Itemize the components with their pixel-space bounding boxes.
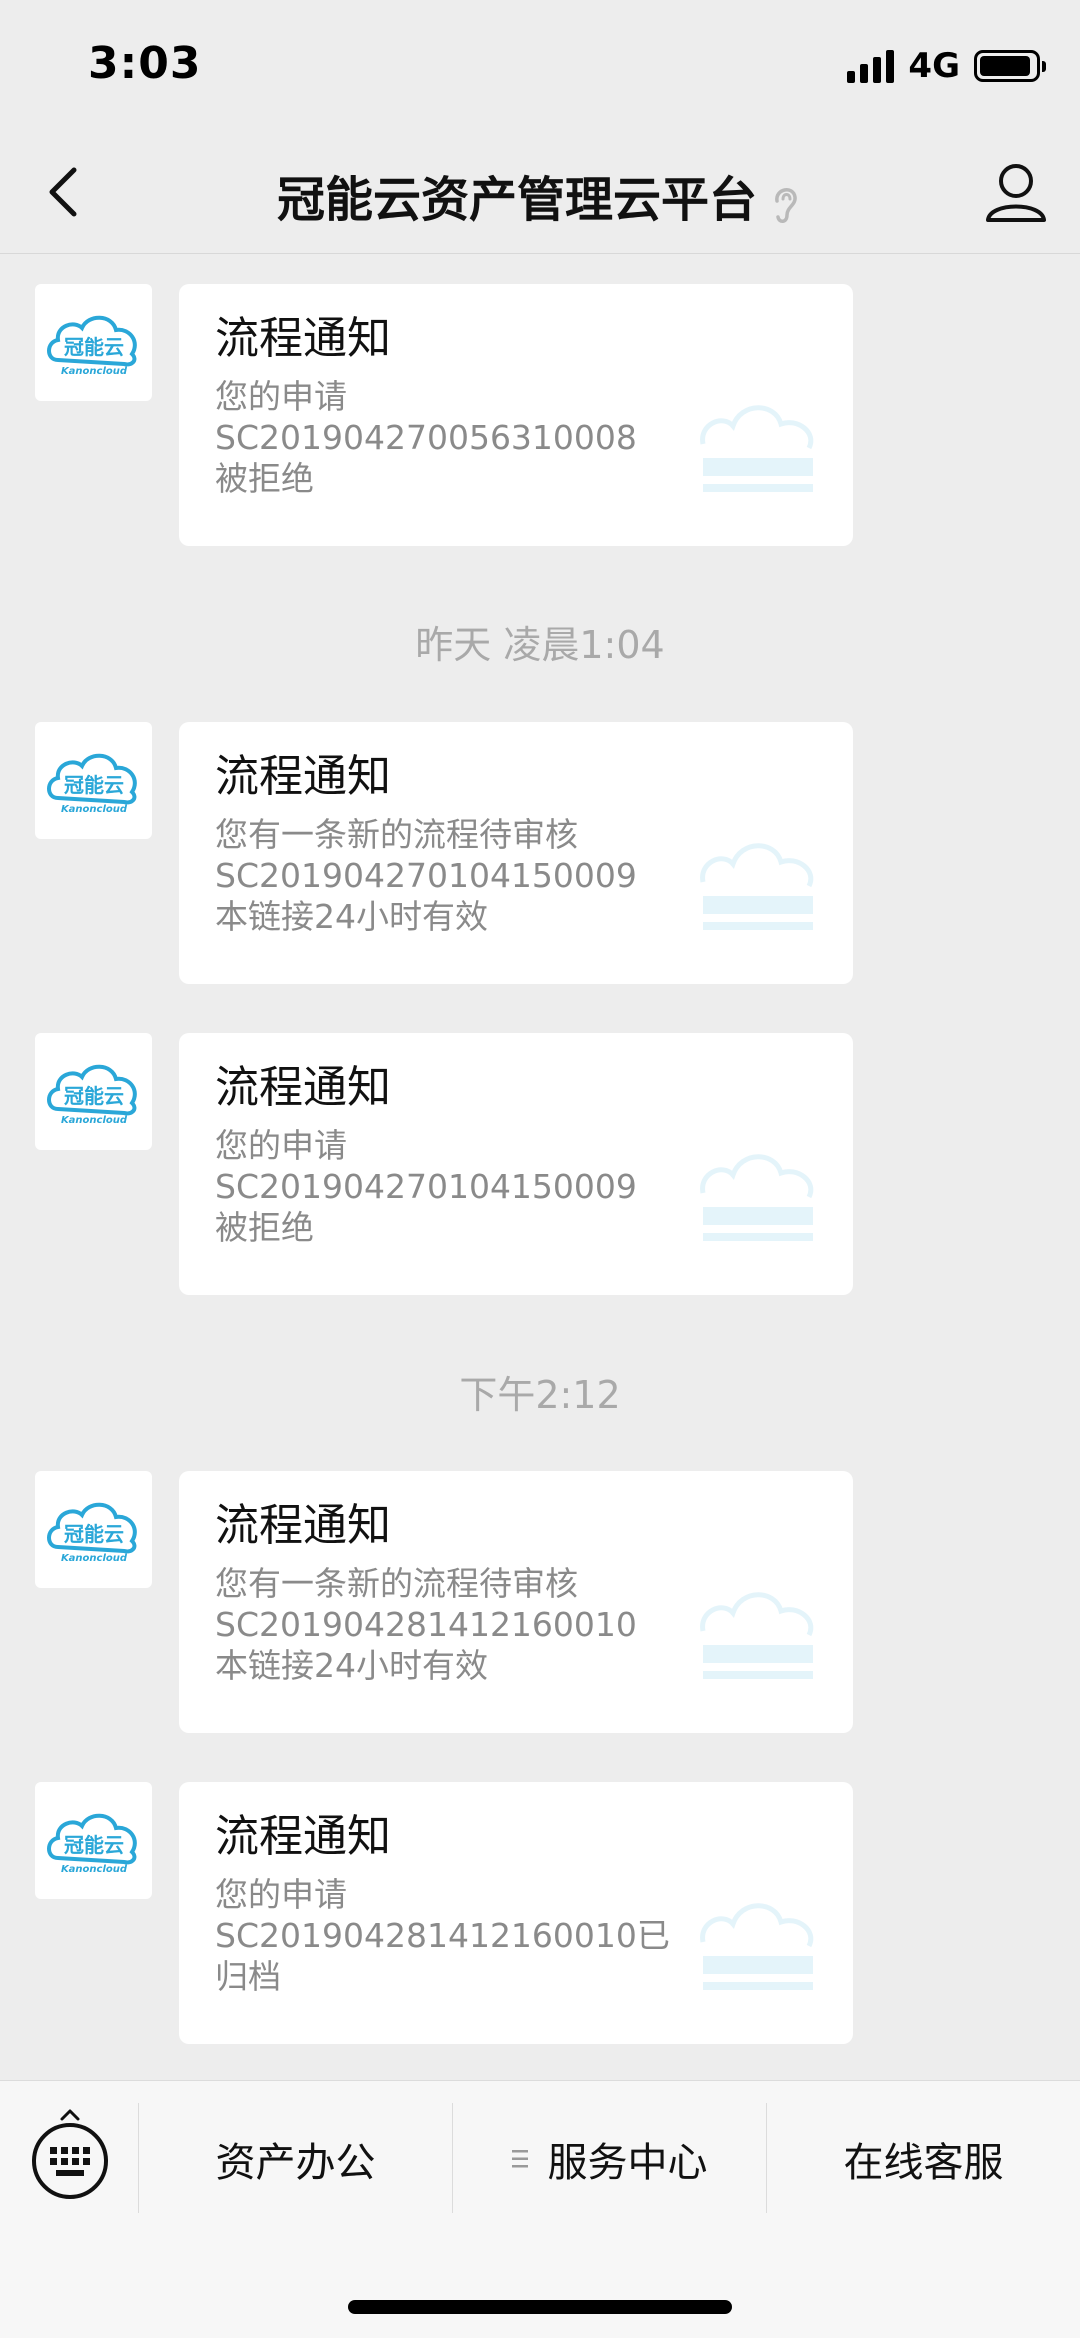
keyboard-icon [32,2109,108,2199]
cloud-logo-icon: 冠能云 Kanoncloud [46,1813,137,1875]
message-item: 冠能云 Kanoncloud 流程通知 您的申请 SC2019042700563… [0,254,1080,546]
battery-level [980,56,1030,76]
timestamp: 下午2:12 [459,1373,621,1417]
message-line: 您的申请 [215,377,347,416]
status-bar: 3:03 4G [0,0,1080,130]
watermark-logo-icon [700,843,814,930]
cloud-logo-icon: 冠能云 Kanoncloud [46,1064,137,1126]
keyboard-toggle-button[interactable] [28,2105,112,2205]
message-line: SC201904281412160010已 [215,1916,670,1955]
message-item: 冠能云 Kanoncloud 流程通知 您的申请 SC2019042814121… [0,1752,1080,2044]
status-time: 3:03 [88,38,202,89]
menu-item-label: 在线客服 [843,2140,1004,2186]
message-line: 本链接24小时有效 [215,1646,488,1685]
nav-bar: 冠能云资产管理云平台 [0,130,1080,254]
avatar[interactable]: 冠能云 Kanoncloud [35,1471,152,1588]
message-line: 本链接24小时有效 [215,897,488,936]
logo-subtext: Kanoncloud [60,1864,127,1875]
logo-subtext: Kanoncloud [60,1115,127,1126]
chat-screen: 3:03 4G 冠能云资产管理云平台 冠能云 Kanoncloud 流程通知 您… [0,0,1080,2338]
page-title: 冠能云资产管理云平台 [276,172,757,228]
message-title: 流程通知 [215,313,391,364]
message-line: 归档 [215,1957,281,1996]
cloud-logo-icon: 冠能云 Kanoncloud [46,1502,137,1564]
message-card[interactable]: 流程通知 您的申请 SC201904270056310008 被拒绝 [179,284,853,546]
message-line: 被拒绝 [215,1208,314,1247]
logo-text: 冠能云 [64,1522,124,1546]
message-item: 冠能云 Kanoncloud 流程通知 您的申请 SC2019042701041… [0,1003,1080,1295]
message-card[interactable]: 流程通知 您有一条新的流程待审核 SC201904281412160010 本链… [179,1471,853,1733]
cloud-logo-icon: 冠能云 Kanoncloud [46,753,137,815]
message-line: 您有一条新的流程待审核 [215,1564,578,1603]
avatar[interactable]: 冠能云 Kanoncloud [35,1782,152,1899]
message-card[interactable]: 流程通知 您的申请 SC201904270104150009 被拒绝 [179,1033,853,1295]
logo-subtext: Kanoncloud [60,366,127,377]
chat-message-list[interactable]: 冠能云 Kanoncloud 流程通知 您的申请 SC2019042700563… [0,254,1080,2080]
watermark-logo-icon [700,1592,814,1679]
logo-subtext: Kanoncloud [60,804,127,815]
message-title: 流程通知 [215,751,391,802]
message-line: SC201904281412160010 [215,1605,637,1644]
logo-subtext: Kanoncloud [60,1553,127,1564]
network-type: 4G [908,46,960,86]
message-line: 被拒绝 [215,459,314,498]
message-card[interactable]: 流程通知 您的申请 SC201904281412160010已 归档 [179,1782,853,2044]
menu-item-service-center[interactable]: 服务中心 [453,2081,766,2237]
signal-icon [847,49,895,83]
message-line: 您有一条新的流程待审核 [215,815,578,854]
logo-text: 冠能云 [64,1084,124,1108]
ear-icon [775,188,797,223]
message-title: 流程通知 [215,1500,391,1551]
menu-item-online-support[interactable]: 在线客服 [767,2081,1080,2237]
message-line: 您的申请 [215,1875,347,1914]
avatar[interactable]: 冠能云 Kanoncloud [35,284,152,401]
avatar[interactable]: 冠能云 Kanoncloud [35,1033,152,1150]
logo-text: 冠能云 [64,1833,124,1857]
message-line: SC201904270104150009 [215,1167,637,1206]
message-item: 冠能云 Kanoncloud 流程通知 您有一条新的流程待审核 SC201904… [0,1441,1080,1733]
menu-item-asset-office[interactable]: 资产办公 [139,2081,452,2237]
avatar[interactable]: 冠能云 Kanoncloud [35,722,152,839]
menu-item-label: 资产办公 [215,2140,376,2186]
battery-icon [974,50,1046,82]
menu-item-label: 服务中心 [547,2140,708,2186]
message-title: 流程通知 [215,1811,391,1862]
message-title: 流程通知 [215,1062,391,1113]
home-indicator[interactable] [348,2300,732,2314]
timestamp: 昨天 凌晨1:04 [415,623,665,667]
message-card[interactable]: 流程通知 您有一条新的流程待审核 SC201904270104150009 本链… [179,722,853,984]
logo-text: 冠能云 [64,773,124,797]
message-line: SC201904270104150009 [215,856,637,895]
nav-title-wrap: 冠能云资产管理云平台 [0,160,1080,230]
message-item: 冠能云 Kanoncloud 流程通知 您有一条新的流程待审核 SC201904… [0,692,1080,984]
watermark-logo-icon [700,1903,814,1990]
cloud-logo-icon: 冠能云 Kanoncloud [46,315,137,377]
message-line: 您的申请 [215,1126,347,1165]
watermark-logo-icon [700,1154,814,1241]
message-line: SC201904270056310008 [215,418,637,457]
profile-button[interactable] [978,154,1054,230]
menu-lines-icon [511,2150,528,2168]
logo-text: 冠能云 [64,335,124,359]
status-indicators: 4G [847,44,1046,88]
profile-icon [986,164,1046,222]
watermark-logo-icon [700,405,814,492]
